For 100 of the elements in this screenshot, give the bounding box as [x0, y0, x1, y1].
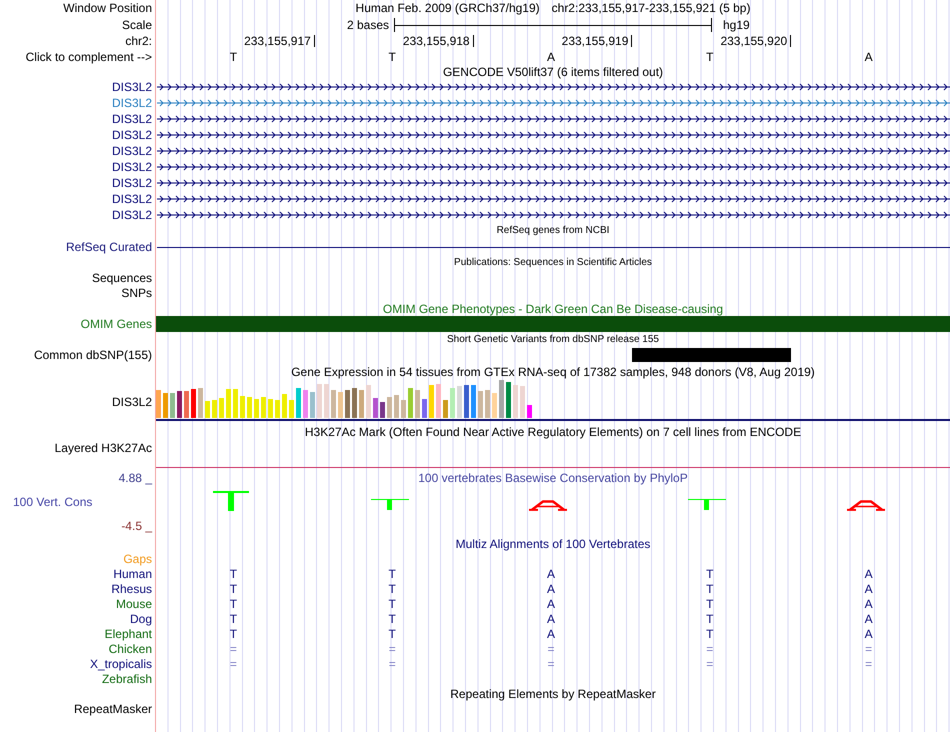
alignment-base: T: [388, 626, 396, 640]
positive-conservation-mark: [212, 491, 249, 511]
alignment-base: A: [864, 626, 873, 640]
track-label: DIS3L2: [112, 192, 152, 206]
base-letter: A: [864, 50, 873, 64]
track-label: DIS3L2: [112, 160, 152, 174]
alignment-base: A: [864, 596, 873, 610]
species-label: Human: [113, 566, 152, 580]
alignment-base: T: [706, 596, 714, 610]
alignment-base: T: [388, 596, 396, 610]
coordinate-label: 233,155,917: [244, 34, 311, 48]
track-title: Short Genetic Variants from dbSNP release 155: [447, 334, 659, 346]
track-label: Common dbSNP(155): [34, 348, 152, 362]
track-label: DIS3L2: [112, 96, 152, 110]
axis-max-label: 4.88 _: [118, 471, 152, 485]
axis-min-label: -4.5 _: [121, 519, 152, 533]
alignment-base: A: [864, 566, 873, 580]
track-label: Sequences: [92, 270, 152, 284]
base-letter: T: [388, 50, 396, 64]
track-label: DIS3L2: [112, 394, 152, 408]
species-label: Dog: [130, 612, 152, 626]
track-label: 100 Vert. Cons: [13, 495, 92, 509]
track-title: Publications: Sequences in Scientific Articles: [454, 256, 652, 268]
alignment-base: A: [546, 566, 555, 580]
track-label: DIS3L2: [112, 128, 152, 142]
assembly-name: Human Feb. 2009 (GRCh37/hg19): [356, 1, 540, 15]
species-label: Zebrafish: [102, 672, 152, 686]
species-label: X_tropicalis: [90, 656, 152, 670]
alignment-base: T: [230, 612, 238, 626]
alignment-base: =: [865, 656, 872, 670]
alignment-base: A: [864, 612, 873, 626]
track-label: Window Position: [63, 1, 152, 15]
ruler-tick-icon: [790, 35, 792, 47]
track-title: OMIM Gene Phenotypes - Dark Green Can Be Disease-causing: [382, 302, 724, 316]
coordinate-label: 233,155,918: [402, 34, 470, 48]
alignment-base: T: [388, 612, 396, 626]
track-label: Layered H3K27Ac: [54, 440, 152, 454]
alignment-base: =: [865, 642, 872, 656]
track-title: GENCODE V50lift37 (6 items filtered out): [442, 65, 664, 79]
species-label: Rhesus: [111, 582, 152, 596]
alignment-base: T: [230, 582, 238, 596]
positive-conservation-mark: [688, 499, 726, 510]
species-label: Chicken: [108, 642, 152, 656]
scale-assembly-label: hg19: [723, 18, 750, 32]
alignment-base: =: [230, 642, 237, 656]
alignment-base: A: [546, 626, 555, 640]
track-label: OMIM Genes: [80, 317, 152, 331]
alignment-base: =: [706, 642, 714, 656]
track-title: RefSeq genes from NCBI: [496, 225, 610, 237]
base-letter: T: [230, 50, 238, 64]
ruler-tick-icon: [314, 35, 315, 47]
alignment-base: T: [706, 612, 714, 626]
alignment-base: T: [230, 626, 238, 640]
track-label: chr2:: [125, 34, 152, 48]
coordinate-label: 233,155,920: [720, 34, 788, 48]
track-label: DIS3L2: [112, 144, 152, 158]
scale-length-label: 2 bases: [346, 18, 389, 32]
track-title: 100 vertebrates Basewise Conservation by PhyloP: [418, 471, 688, 485]
alignment-base: =: [547, 642, 554, 656]
track-title: Gene Expression in 54 tissues from GTEx RNA-seq of 17382 samples, 948 donors (V8, Aug 2019): [291, 364, 815, 378]
alignment-base: =: [706, 656, 714, 670]
negative-conservation-mark: [529, 500, 568, 511]
ruler-tick-icon: [472, 35, 474, 47]
alignment-base: T: [230, 596, 238, 610]
alignment-base: =: [547, 656, 554, 670]
track-label: DIS3L2: [112, 176, 152, 190]
ruler-tick-icon: [631, 35, 632, 47]
genome-position: chr2:233,155,917-233,155,921 (5 bp): [552, 1, 750, 15]
alignment-base: A: [864, 582, 873, 596]
positive-conservation-mark: [370, 499, 409, 510]
alignment-base: =: [388, 656, 396, 670]
track-label: DIS3L2: [112, 112, 152, 126]
alignment-base: A: [546, 596, 555, 610]
species-label: Mouse: [116, 596, 152, 610]
alignment-base: =: [388, 642, 396, 656]
track-label: Click to complement -->: [26, 50, 152, 64]
alignment-base: T: [388, 566, 396, 580]
alignment-base: T: [388, 582, 396, 596]
track-label: Gaps: [123, 552, 152, 566]
track-label: RefSeq Curated: [66, 240, 152, 254]
species-label: Elephant: [104, 626, 152, 640]
alignment-base: T: [706, 626, 714, 640]
coordinate-label: 233,155,919: [562, 34, 628, 48]
track-label: RepeatMasker: [74, 702, 152, 716]
base-letter: T: [706, 50, 714, 64]
alignment-base: T: [706, 566, 714, 580]
alignment-base: =: [230, 656, 237, 670]
track-label: DIS3L2: [112, 208, 152, 222]
track-label: DIS3L2: [112, 80, 152, 94]
track-label: Scale: [122, 18, 152, 32]
track-title: H3K27Ac Mark (Often Found Near Active Regulatory Elements) on 7 cell lines from ENCODE: [304, 425, 802, 439]
alignment-base: T: [706, 582, 714, 596]
track-label: SNPs: [121, 286, 152, 300]
negative-conservation-mark: [847, 500, 886, 511]
track-title: Multiz Alignments of 100 Vertebrates: [456, 537, 650, 551]
alignment-base: T: [230, 566, 238, 580]
base-letter: A: [546, 50, 555, 64]
alignment-base: A: [546, 582, 555, 596]
track-title: Repeating Elements by RepeatMasker: [450, 686, 656, 700]
alignment-base: A: [546, 612, 555, 626]
